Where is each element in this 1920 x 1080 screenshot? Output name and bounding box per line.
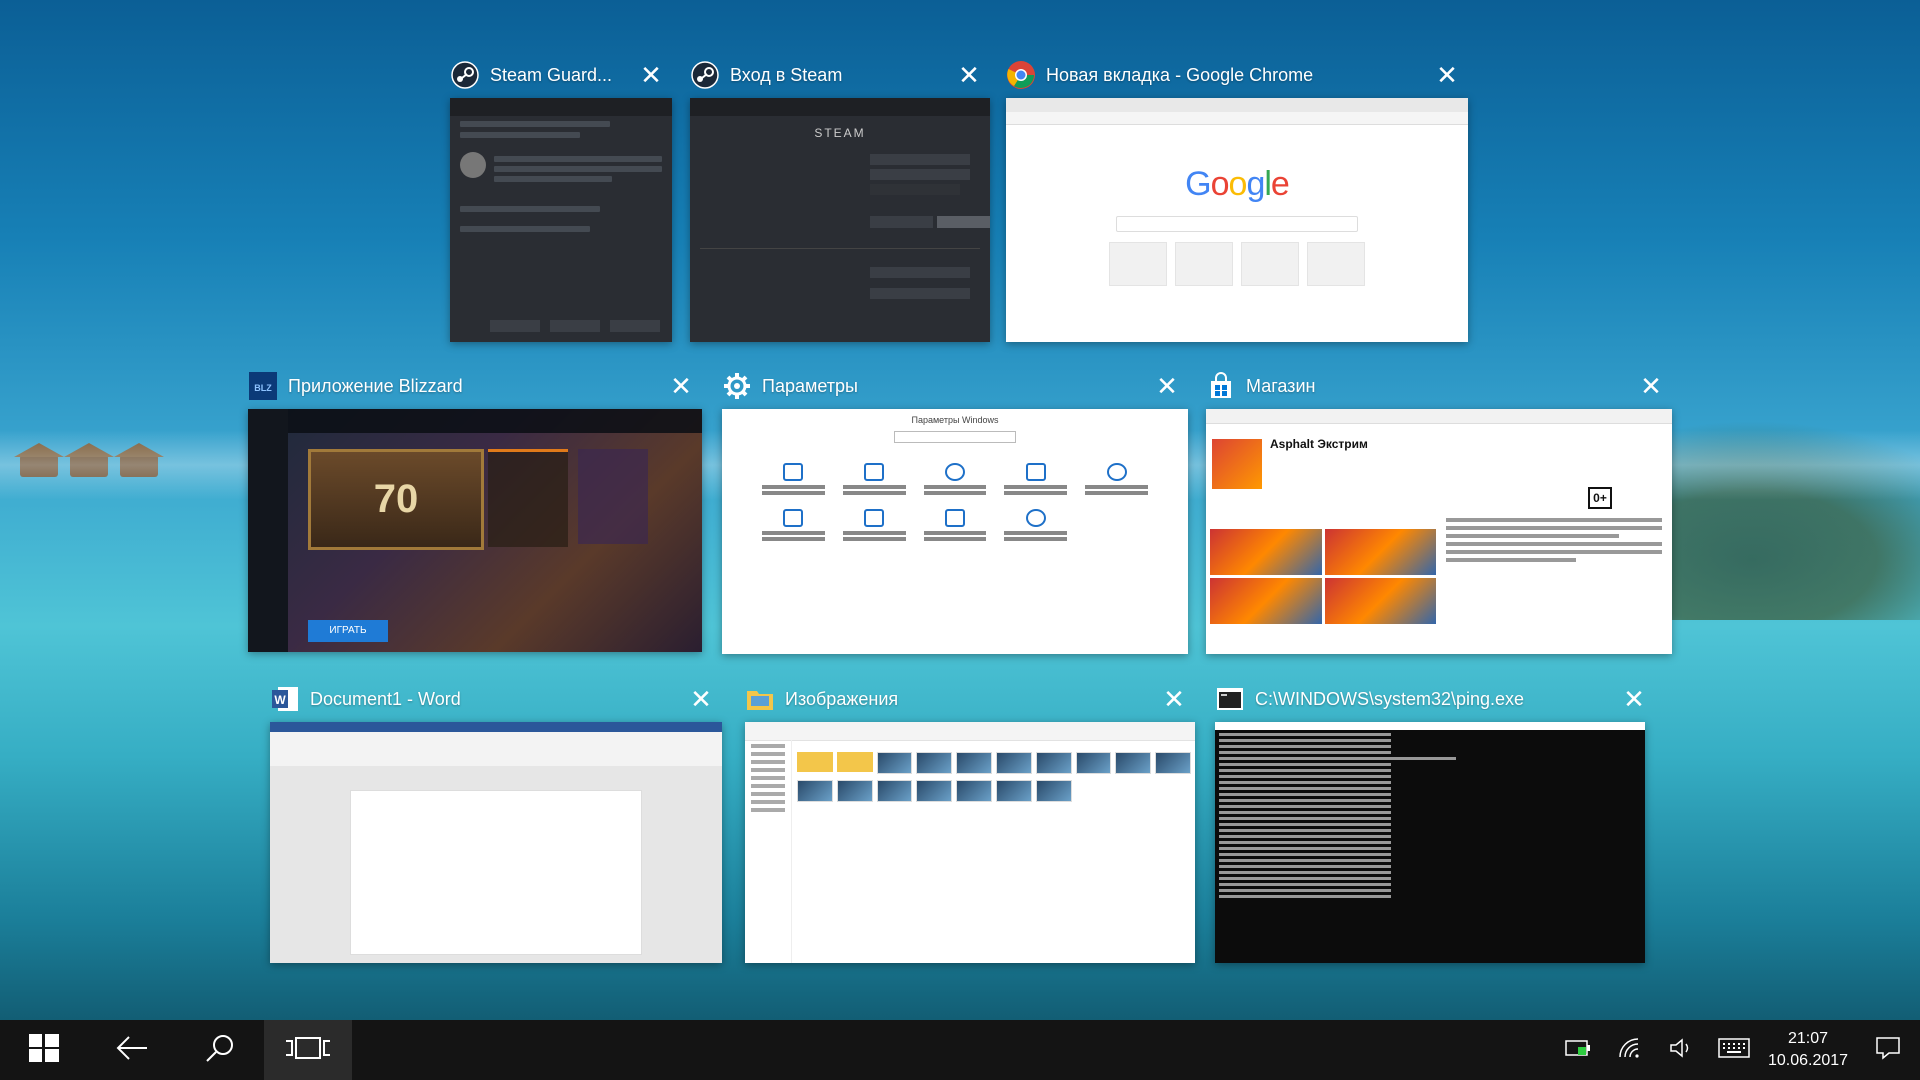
start-button[interactable] — [0, 1020, 88, 1080]
blizzard-play-button: ИГРАТЬ — [308, 620, 388, 642]
close-icon[interactable]: ✕ — [1638, 373, 1664, 399]
back-arrow-icon — [115, 1034, 149, 1067]
window-title: C:\WINDOWS\system32\ping.exe — [1255, 688, 1525, 709]
search-button[interactable] — [176, 1020, 264, 1080]
word-icon: W — [270, 684, 300, 714]
task-view-window-blizzard[interactable]: BLZ Приложение Blizzard ✕ 70 ИГРАТЬ — [248, 365, 702, 652]
close-icon[interactable]: ✕ — [1434, 62, 1460, 88]
svg-text:BLZ: BLZ — [254, 383, 272, 393]
back-button[interactable] — [88, 1020, 176, 1080]
close-icon[interactable]: ✕ — [956, 62, 982, 88]
store-age-rating: 0+ — [1588, 487, 1612, 509]
close-icon[interactable]: ✕ — [1161, 686, 1187, 712]
close-icon[interactable]: ✕ — [688, 686, 714, 712]
volume-button[interactable] — [1656, 1020, 1708, 1080]
window-title: Магазин — [1246, 375, 1316, 396]
task-view-window-explorer[interactable]: Изображения ✕ — [745, 678, 1195, 963]
settings-title: Параметры Windows — [911, 415, 999, 425]
svg-text:W: W — [274, 693, 286, 707]
window-thumbnail[interactable]: STEAM — [690, 98, 990, 342]
close-icon[interactable]: ✕ — [668, 373, 694, 399]
close-icon[interactable]: ✕ — [638, 62, 664, 88]
battery-icon — [1565, 1039, 1591, 1062]
task-view-window-steam-guard[interactable]: Steam Guard... ✕ — [450, 54, 672, 342]
google-search-box — [1116, 216, 1358, 232]
taskbar: 21:07 10.06.2017 — [0, 1020, 1920, 1080]
search-icon — [204, 1032, 236, 1069]
task-view-window-steam-login[interactable]: Вход в Steam ✕ STEAM — [690, 54, 990, 342]
store-app-name: Asphalt Экстрим — [1270, 437, 1368, 451]
touch-keyboard-button[interactable] — [1708, 1020, 1760, 1080]
windows-logo-icon — [28, 1032, 60, 1069]
window-title: Вход в Steam — [730, 64, 843, 85]
wallpaper-hut — [14, 443, 64, 477]
wallpaper-hut — [114, 443, 164, 477]
speaker-icon — [1669, 1037, 1695, 1064]
action-center-button[interactable] — [1856, 1020, 1920, 1080]
task-view-window-console[interactable]: C:\WINDOWS\system32\ping.exe ✕ — [1215, 678, 1655, 963]
task-view-window-chrome[interactable]: Новая вкладка - Google Chrome ✕ Google — [1006, 54, 1468, 342]
notification-icon — [1875, 1036, 1901, 1065]
clock[interactable]: 21:07 10.06.2017 — [1760, 1028, 1856, 1072]
window-title: Новая вкладка - Google Chrome — [1046, 64, 1314, 85]
task-view-window-settings[interactable]: Параметры ✕ Параметры Windows — [722, 365, 1188, 654]
google-logo: Google — [1185, 165, 1290, 203]
folder-icon — [745, 684, 775, 714]
window-title: Document1 - Word — [310, 688, 461, 709]
window-title: Steam Guard... — [490, 64, 613, 85]
chrome-icon — [1006, 60, 1036, 90]
window-title: Параметры — [762, 375, 858, 396]
close-icon[interactable]: ✕ — [1621, 686, 1647, 712]
blizzard-icon: BLZ — [248, 371, 278, 401]
close-icon[interactable]: ✕ — [1154, 373, 1180, 399]
window-thumbnail[interactable] — [745, 722, 1195, 963]
store-icon — [1206, 371, 1236, 401]
wifi-icon — [1617, 1037, 1643, 1064]
blizzard-banner-number: 70 — [308, 449, 484, 550]
window-thumbnail[interactable]: Параметры Windows — [722, 409, 1188, 654]
network-button[interactable] — [1604, 1020, 1656, 1080]
window-thumbnail[interactable] — [450, 98, 672, 342]
window-thumbnail[interactable] — [270, 722, 722, 963]
window-title: Изображения — [785, 688, 899, 709]
steam-icon — [450, 60, 480, 90]
task-view-window-store[interactable]: Магазин ✕ Asphalt Экстрим 0+ — [1206, 365, 1672, 654]
window-thumbnail[interactable]: 70 ИГРАТЬ — [248, 409, 702, 652]
steam-brand: STEAM — [814, 126, 866, 140]
task-view-window-word[interactable]: W Document1 - Word ✕ — [270, 678, 722, 963]
wallpaper-hut — [64, 443, 114, 477]
window-title: Приложение Blizzard — [288, 375, 463, 396]
window-thumbnail[interactable] — [1215, 722, 1645, 963]
keyboard-icon — [1718, 1037, 1750, 1063]
task-view-icon — [284, 1035, 332, 1066]
system-tray: 21:07 10.06.2017 — [1552, 1020, 1920, 1080]
gear-icon — [722, 371, 752, 401]
window-thumbnail[interactable]: Asphalt Экстрим 0+ — [1206, 409, 1672, 654]
task-view-button[interactable] — [264, 1020, 352, 1080]
console-icon — [1215, 684, 1245, 714]
steam-icon — [690, 60, 720, 90]
clock-time: 21:07 — [1787, 1030, 1829, 1047]
battery-button[interactable] — [1552, 1020, 1604, 1080]
window-thumbnail[interactable]: Google — [1006, 98, 1468, 342]
clock-date: 10.06.2017 — [1767, 1052, 1849, 1069]
